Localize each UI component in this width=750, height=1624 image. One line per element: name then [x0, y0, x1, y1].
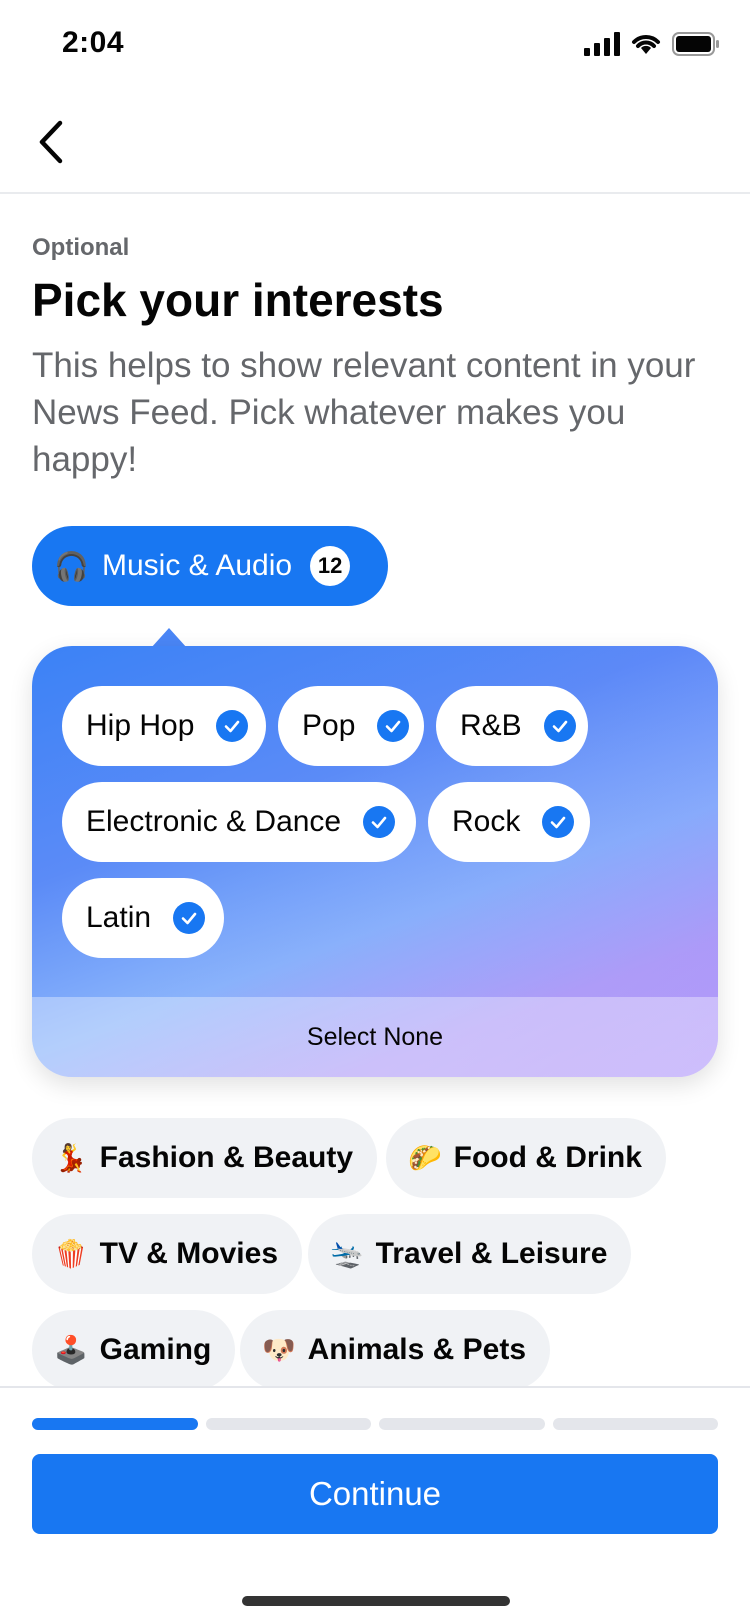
status-time: 2:04: [62, 26, 125, 59]
category-chip-travel-leisure[interactable]: 🛬 Travel & Leisure: [308, 1214, 632, 1294]
back-button[interactable]: [26, 114, 76, 170]
subcategory-label: Rock: [452, 805, 521, 838]
progress-segment: [32, 1418, 198, 1430]
checkmark-icon: [216, 710, 249, 742]
dog-icon: 🐶: [262, 1335, 296, 1365]
chevron-left-icon: [39, 120, 63, 164]
headphones-icon: 🎧: [54, 550, 89, 582]
step-progress: [32, 1418, 718, 1430]
category-chip-tv-movies[interactable]: 🍿 TV & Movies: [32, 1214, 302, 1294]
status-bar: 2:04: [0, 0, 750, 92]
page-subtitle: This helps to show relevant content in y…: [32, 346, 696, 479]
checkmark-icon: [543, 710, 576, 742]
category-label: Gaming: [99, 1333, 212, 1366]
signal-icon: [584, 32, 620, 56]
subcategory-chip-rnb[interactable]: R&B: [436, 686, 588, 766]
category-chip-animals-pets[interactable]: 🐶 Animals & Pets: [240, 1310, 551, 1390]
popcorn-icon: 🍿: [54, 1239, 88, 1269]
category-chip-gaming[interactable]: 🕹️ Gaming: [32, 1310, 236, 1390]
category-chip-food-drink[interactable]: 🌮 Food & Drink: [386, 1118, 666, 1198]
page-title: Pick your interests: [32, 274, 444, 326]
wifi-icon: [632, 35, 660, 54]
home-indicator: [242, 1596, 510, 1606]
category-label: TV & Movies: [99, 1237, 278, 1270]
status-icons: [584, 32, 720, 56]
checkmark-icon: [377, 710, 410, 742]
continue-button[interactable]: Continue: [32, 1454, 718, 1534]
nav-bar: [0, 92, 750, 194]
progress-segment: [205, 1418, 371, 1430]
subcategory-chip-hip-hop[interactable]: Hip Hop: [62, 686, 266, 766]
joystick-icon: 🕹️: [54, 1335, 88, 1365]
checkmark-icon: [173, 902, 206, 934]
selected-count-badge: 12: [310, 546, 351, 586]
subcategory-label: Hip Hop: [86, 709, 195, 742]
checkmark-icon: [542, 806, 575, 838]
progress-segment: [552, 1418, 718, 1430]
category-label: Animals & Pets: [307, 1333, 527, 1366]
subcategory-label: Pop: [302, 709, 356, 742]
select-none-button[interactable]: Select None: [32, 997, 718, 1077]
subcategory-chip-pop[interactable]: Pop: [278, 686, 424, 766]
category-label: Food & Drink: [453, 1141, 642, 1174]
dancer-icon: 💃: [54, 1143, 88, 1173]
category-label: Travel & Leisure: [375, 1237, 608, 1270]
progress-segment: [379, 1418, 545, 1430]
optional-label: Optional: [32, 234, 130, 261]
subcategory-label: Electronic & Dance: [86, 805, 342, 838]
subcategory-chip-rock[interactable]: Rock: [428, 782, 590, 862]
subcategory-label: Latin: [86, 901, 152, 934]
category-label: Fashion & Beauty: [99, 1141, 353, 1174]
category-label: Music & Audio: [102, 549, 293, 582]
bottom-action-bar: Continue: [0, 1386, 750, 1624]
checkmark-icon: [363, 806, 396, 838]
category-chip-fashion-beauty[interactable]: 💃 Fashion & Beauty: [32, 1118, 377, 1198]
panel-pointer: [151, 628, 187, 648]
subcategory-panel: Hip Hop Pop R&B Electronic & Dance Rock …: [32, 646, 718, 1077]
category-chip-music-audio[interactable]: 🎧 Music & Audio 12: [32, 526, 388, 606]
battery-icon: [672, 32, 719, 56]
subcategory-chip-latin[interactable]: Latin: [62, 878, 224, 958]
subcategory-label: R&B: [460, 709, 522, 742]
taco-icon: 🌮: [408, 1143, 442, 1173]
airplane-icon: 🛬: [330, 1239, 364, 1269]
subcategory-chip-electronic-dance[interactable]: Electronic & Dance: [62, 782, 416, 862]
